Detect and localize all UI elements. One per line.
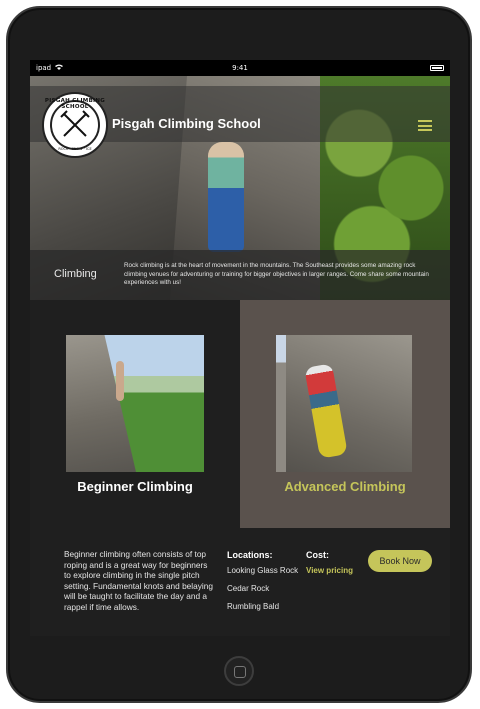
cost-heading: Cost: [306,550,329,560]
logo-ring-text: PISGAH CLIMBING SCHOOL [44,98,106,110]
beginner-photo[interactable] [66,335,204,472]
carrier-label: ipad [36,64,52,72]
advanced-photo[interactable] [276,335,412,472]
location-item: Cedar Rock [227,584,270,593]
ice-axe-logo-icon [60,110,90,137]
advanced-title[interactable]: Advanced Climbing [240,479,450,494]
location-item: Looking Glass Rock [227,566,299,575]
logo-sub-text: ROCK · SNOW · ICE [58,147,92,151]
site-title[interactable]: Pisgah Climbing School [112,116,261,131]
screen: ipad 9:41 PISGAH CLIMBING SCHOOL ROCK · … [30,60,450,636]
battery-icon [430,65,444,71]
locations-heading: Locations: [227,550,273,560]
intro-label: Climbing [54,268,97,280]
wifi-icon [55,64,64,72]
site-logo[interactable]: PISGAH CLIMBING SCHOOL ROCK · SNOW · ICE [42,92,108,158]
beginner-title[interactable]: Beginner Climbing [30,479,240,494]
climber-figure [208,142,244,252]
intro-text: Rock climbing is at the heart of movemen… [124,262,429,286]
status-time: 9:41 [232,64,248,72]
home-button[interactable] [224,656,254,686]
book-now-button[interactable]: Book Now [368,550,432,572]
menu-icon[interactable] [418,120,432,131]
location-item: Rumbling Bald [227,602,280,611]
view-pricing-link[interactable]: View pricing [306,566,353,575]
status-bar: ipad 9:41 [30,60,450,76]
description-text: Beginner climbing often consists of top … [64,549,213,612]
